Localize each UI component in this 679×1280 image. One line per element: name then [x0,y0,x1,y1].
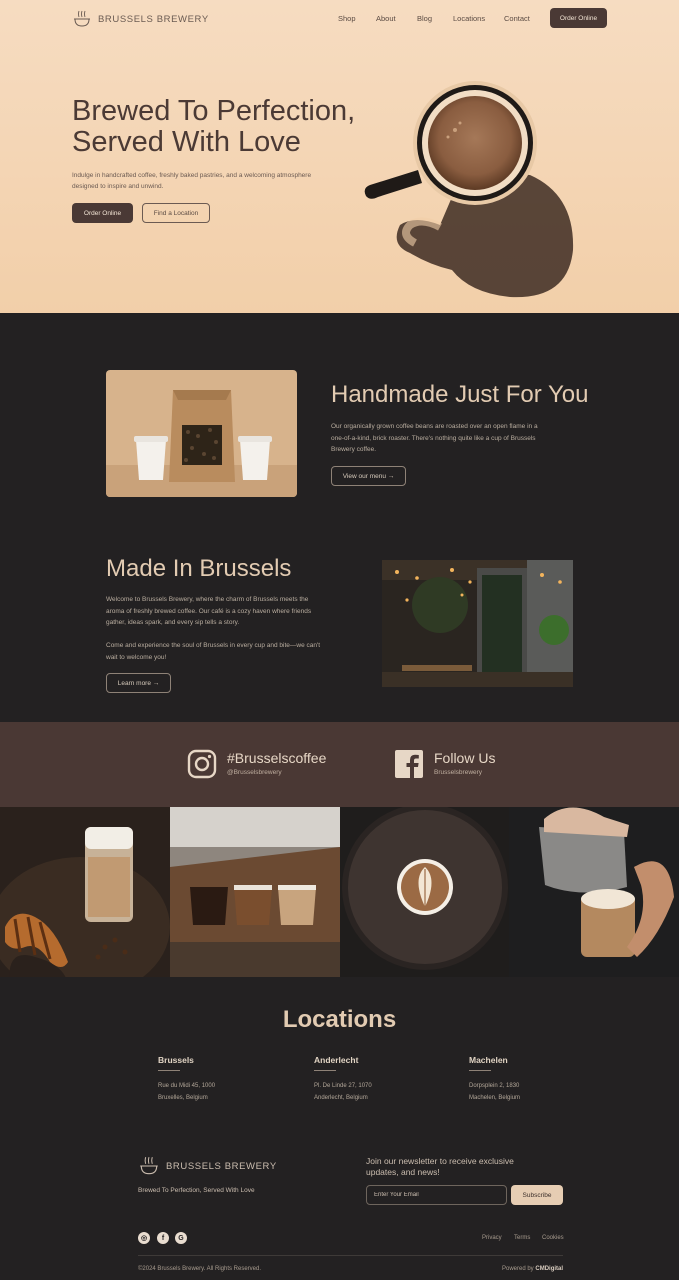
powered-by-name: CMDigital [535,1266,564,1272]
powered-by-prefix: Powered by [502,1266,536,1272]
instagram-icon[interactable]: ◎ [138,1232,150,1244]
made-in-text-1: Welcome to Brussels Brewery, where the c… [106,596,312,626]
hero-title-line1: Brewed To Perfection, [72,95,356,127]
hero-title-line2: Served With Love [72,126,301,158]
facebook-icon[interactable]: f [157,1232,169,1244]
location-address-line1: Pl. De Linde 27, 1070 [314,1083,372,1089]
photo-gallery [0,807,679,977]
cup-logo-icon [74,10,90,27]
cup-logo-icon [140,1157,158,1175]
gallery-photo-croissant [0,807,170,977]
location-address-line1: Dorpsplein 2, 1830 [469,1083,520,1089]
powered-by[interactable]: Powered by CMDigital [502,1266,563,1272]
gallery-photo-latte-art [339,807,510,977]
location-address-line2: Machelen, Belgium [469,1095,521,1101]
handmade-title: Handmade Just For You [331,381,589,408]
cafe-interior-image [382,560,573,687]
subscribe-button[interactable]: Subscribe [511,1185,563,1205]
order-online-nav-button[interactable]: Order Online [550,8,607,28]
location-divider [314,1070,336,1071]
coffee-bag-image [106,370,297,497]
location-name: Anderlecht [314,1055,359,1065]
find-location-button[interactable]: Find a Location [142,203,210,223]
hero-section: BRUSSELS BREWERY Shop About Blog Locatio… [0,0,679,313]
footer-divider [138,1255,563,1256]
terms-link[interactable]: Terms [514,1235,530,1241]
order-online-button[interactable]: Order Online [72,203,133,223]
newsletter-email-input[interactable] [366,1185,507,1205]
footer-tagline: Brewed To Perfection, Served With Love [138,1187,255,1194]
facebook-icon[interactable] [394,749,424,779]
location-machelen: Machelen Dorpsplein 2, 1830 Machelen, Be… [469,1055,589,1104]
brand-logo[interactable]: BRUSSELS BREWERY [72,9,209,29]
location-divider [158,1070,180,1071]
instagram-icon[interactable] [187,749,217,779]
instagram-handle: @Brusselsbrewery [227,769,282,776]
location-name: Brussels [158,1055,194,1065]
gallery-photo-pour [509,807,679,977]
facebook-handle: Brusselsbrewery [434,769,483,776]
footer-logo[interactable]: BRUSSELS BREWERY [138,1155,277,1177]
hero-subtitle: Indulge in handcrafted coffee, freshly b… [72,170,332,192]
hero-subtitle-line1: Indulge in handcrafted coffee, freshly b… [72,172,312,179]
made-in-text-2: Come and experience the soul of Brussels… [106,642,321,661]
view-menu-button[interactable]: View our menu → [331,466,406,486]
footer-brand-name: BRUSSELS BREWERY [166,1160,277,1172]
nav-about[interactable]: About [376,14,396,23]
location-address-line1: Rue du Midi 45, 1000 [158,1083,216,1089]
newsletter-text: Join our newsletter to receive exclusive… [366,1156,514,1177]
locations-title: Locations [282,1006,397,1033]
location-address-line2: Anderlecht, Belgium [314,1095,368,1101]
location-brussels: Brussels Rue du Midi 45, 1000 Bruxelles,… [158,1055,278,1104]
location-address-line2: Bruxelles, Belgium [158,1095,208,1101]
privacy-link[interactable]: Privacy [482,1235,502,1241]
nav-locations[interactable]: Locations [453,14,485,23]
brand-name: BRUSSELS BREWERY [98,13,209,25]
location-name: Machelen [469,1055,508,1065]
learn-more-button[interactable]: Learn more → [106,673,171,693]
nav-contact[interactable]: Contact [504,14,530,23]
handmade-text: Our organically grown coffee beans are r… [331,423,538,453]
made-in-title: Made In Brussels [106,555,292,582]
google-icon[interactable]: G [175,1232,187,1244]
nav-blog[interactable]: Blog [417,14,432,23]
social-bar [0,722,679,807]
instagram-hashtag[interactable]: #Brusselscoffee [227,750,326,766]
nav-shop[interactable]: Shop [338,14,356,23]
hero-title: Brewed To Perfection, Served With Love [72,96,372,158]
gallery-photo-cups [169,807,340,977]
facebook-title[interactable]: Follow Us [434,750,495,766]
coffee-cup-image [364,81,574,298]
location-divider [469,1070,491,1071]
location-anderlecht: Anderlecht Pl. De Linde 27, 1070 Anderle… [314,1055,434,1104]
cookies-link[interactable]: Cookies [542,1235,564,1241]
copyright-text: ©2024 Brussels Brewery. All Rights Reser… [138,1266,262,1272]
hero-subtitle-line2: designed to inspire and unwind. [72,183,164,190]
